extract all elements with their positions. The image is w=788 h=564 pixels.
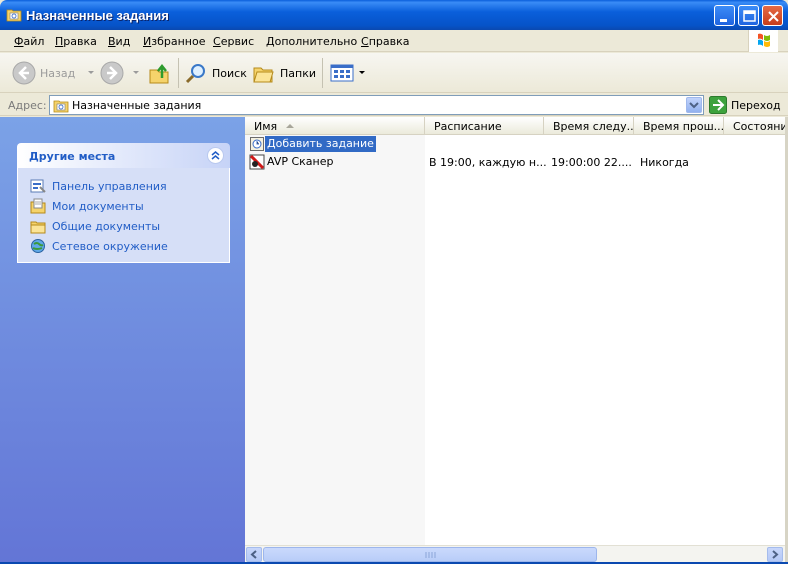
search-button[interactable]: Поиск [184, 59, 247, 87]
menu-view[interactable]: Вид [108, 35, 130, 48]
folders-label: Папки [280, 66, 316, 80]
chevron-down-icon [359, 71, 365, 74]
search-label: Поиск [212, 66, 247, 80]
chevron-right-icon [772, 550, 779, 559]
forward-arrow-icon [100, 61, 124, 85]
sorted-column-highlight [245, 135, 425, 545]
sidebar-item-network-places[interactable]: Сетевое окружение [18, 236, 229, 256]
toolbar: Назад Поиск Папки [0, 53, 788, 93]
menu-edit[interactable]: Правка [55, 35, 97, 48]
list-header: Имя Расписание Время следу... Время прош… [245, 117, 785, 135]
sidebar-item-label: Панель управления [52, 179, 167, 193]
task-schedule: В 19:00, каждую н... [429, 156, 547, 169]
grip-icon [425, 552, 436, 558]
back-button[interactable]: Назад [12, 59, 95, 87]
avp-scanner-task-icon [249, 154, 265, 170]
collapse-button[interactable] [207, 147, 224, 164]
close-button[interactable] [762, 5, 783, 26]
scroll-left-button[interactable] [246, 547, 262, 562]
address-bar: Адрес: Назначенные задания Переход [0, 94, 788, 116]
maximize-button[interactable] [738, 5, 759, 26]
sidebar-item-control-panel[interactable]: Панель управления [18, 176, 229, 196]
views-icon [330, 64, 354, 82]
close-icon [768, 11, 779, 22]
column-header-last-run[interactable]: Время прош... [634, 117, 724, 135]
window-title: Назначенные задания [26, 8, 169, 23]
go-button[interactable]: Переход [709, 96, 781, 114]
column-header-schedule[interactable]: Расписание [425, 117, 544, 135]
scheduled-tasks-folder-icon [6, 7, 22, 22]
other-places-panel: Другие места Панель управления Мои докум… [17, 143, 230, 263]
chevron-down-icon [133, 71, 139, 74]
chevron-down-icon [88, 71, 95, 74]
forward-button[interactable] [100, 59, 140, 87]
task-name: Добавить задание [265, 136, 376, 152]
my-documents-icon [30, 198, 46, 214]
other-places-header[interactable]: Другие места [17, 143, 230, 168]
chevron-down-icon [689, 102, 699, 109]
go-arrow-icon [709, 96, 727, 114]
maximize-icon [743, 10, 756, 22]
minimize-icon [720, 19, 727, 22]
task-name: AVP Сканер [267, 155, 334, 168]
sidebar-item-label: Мои документы [52, 199, 144, 213]
task-next-run: 19:00:00 22.... [551, 156, 632, 169]
minimize-button[interactable] [714, 5, 735, 26]
address-value: Назначенные задания [72, 99, 202, 112]
toolbar-separator [178, 58, 179, 88]
folders-button[interactable]: Папки [252, 59, 316, 87]
address-input[interactable]: Назначенные задания [49, 95, 704, 115]
sidebar-item-my-documents[interactable]: Мои документы [18, 196, 229, 216]
task-pane: Другие места Панель управления Мои докум… [0, 117, 245, 564]
folders-icon [253, 67, 274, 83]
column-header-name[interactable]: Имя [245, 117, 425, 135]
task-list[interactable]: Имя Расписание Время следу... Время прош… [245, 117, 785, 545]
windows-logo-icon [748, 30, 778, 52]
sidebar-item-label: Сетевое окружение [52, 239, 168, 253]
back-label: Назад [40, 66, 76, 80]
panel-title: Другие места [29, 150, 116, 163]
up-folder-button[interactable] [148, 59, 172, 87]
scheduled-tasks-folder-icon [53, 98, 69, 116]
column-header-status[interactable]: Состояние [724, 117, 785, 135]
toolbar-separator [322, 58, 323, 88]
column-header-next-run[interactable]: Время следу... [544, 117, 634, 135]
sort-ascending-icon [286, 124, 294, 128]
menu-tools[interactable]: Сервис [213, 35, 254, 48]
control-panel-icon [30, 179, 46, 193]
scroll-right-button[interactable] [767, 547, 783, 562]
sidebar-item-label: Общие документы [52, 219, 161, 233]
menu-favorites[interactable]: Избранное [143, 35, 205, 48]
folder-up-icon [149, 63, 169, 84]
add-task-icon [249, 136, 265, 152]
title-bar[interactable]: Назначенные задания [0, 0, 788, 30]
back-arrow-icon [12, 61, 36, 85]
menu-advanced[interactable]: Дополнительно [266, 35, 357, 48]
double-chevron-up-icon [211, 151, 220, 160]
address-dropdown-button[interactable] [686, 97, 702, 113]
horizontal-scrollbar[interactable] [245, 545, 785, 562]
network-places-icon [31, 239, 45, 253]
go-label: Переход [731, 98, 781, 112]
address-label: Адрес: [8, 99, 47, 112]
chevron-left-icon [250, 550, 257, 559]
list-item[interactable]: Добавить задание [245, 136, 785, 152]
menu-help[interactable]: Справка [361, 35, 409, 48]
views-button[interactable] [330, 59, 366, 87]
menu-bar: Файл Правка Вид Избранное Сервис Дополни… [0, 30, 788, 52]
scroll-thumb[interactable] [263, 547, 597, 562]
shared-documents-icon [30, 221, 46, 234]
search-icon [185, 64, 205, 84]
menu-file[interactable]: Файл [14, 35, 44, 48]
task-last-run: Никогда [640, 156, 689, 169]
list-item[interactable]: AVP Сканер В 19:00, каждую н... 19:00:00… [245, 154, 785, 170]
sidebar-item-shared-documents[interactable]: Общие документы [18, 216, 229, 236]
other-places-list: Панель управления Мои документы Общие до… [17, 168, 230, 263]
